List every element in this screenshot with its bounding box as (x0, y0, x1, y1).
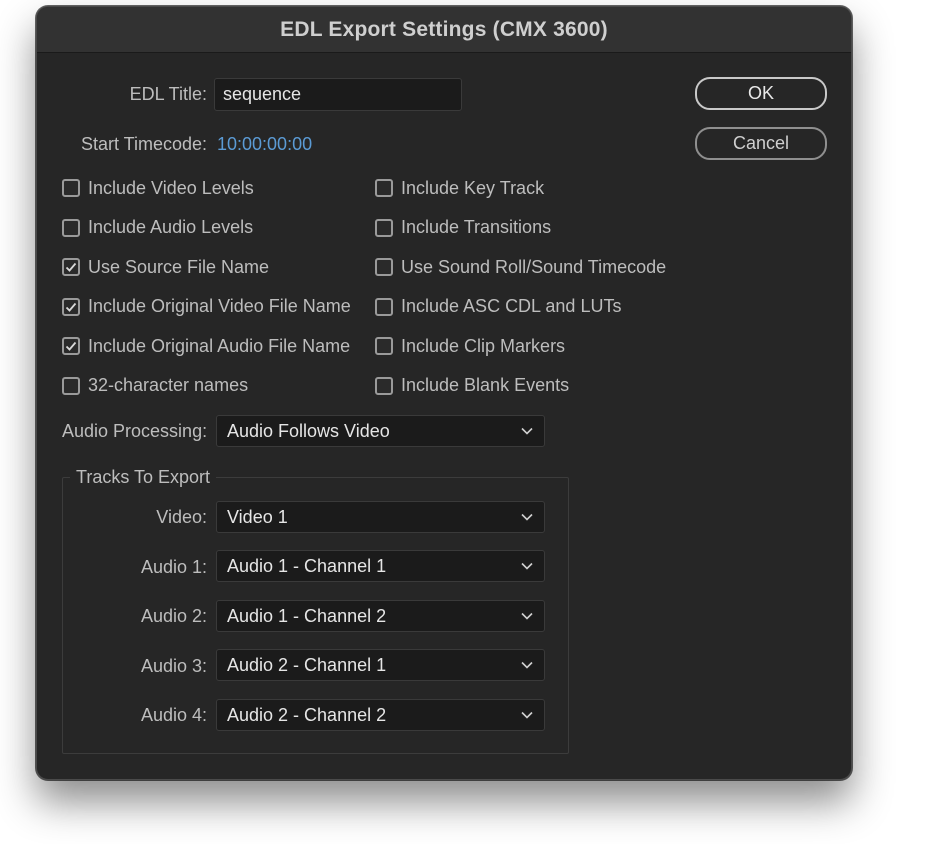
right-checkbox-column: Include Key Track Include Transitions Use … (375, 176, 666, 398)
checkbox[interactable] (375, 179, 393, 197)
checkbox-label: Include Blank Events (401, 375, 570, 396)
start-timecode-value[interactable]: 10:00:00:00 (217, 134, 312, 155)
checkbox-label: Include Video Levels (88, 177, 254, 198)
chevron-down-icon (520, 609, 534, 623)
audio4-track-select[interactable]: Audio 2 - Channel 2 (216, 699, 545, 731)
cancel-button[interactable]: Cancel (695, 127, 827, 160)
audio2-track-value: Audio 1 - Channel 2 (227, 605, 387, 626)
checkbox[interactable] (62, 179, 80, 197)
video-track-label: Video: (156, 507, 207, 527)
audio1-track-value: Audio 1 - Channel 1 (227, 555, 387, 576)
checkbox-row[interactable]: Include Original Audio File Name (62, 334, 351, 358)
checkbox[interactable] (62, 258, 80, 277)
audio1-track-label: Audio 1: (140, 557, 207, 577)
chevron-down-icon (520, 510, 534, 524)
checkmark-icon (65, 342, 77, 352)
checkbox[interactable] (375, 376, 393, 395)
edl-title-input[interactable] (214, 78, 462, 111)
checkbox-row[interactable]: Include Audio Levels (62, 216, 351, 240)
audio3-track-label: Audio 3: (140, 656, 207, 676)
audio-processing-value: Audio Follows Video (227, 420, 390, 441)
chevron-down-icon (520, 424, 534, 438)
ok-button[interactable]: OK (695, 77, 827, 110)
checkbox[interactable] (375, 297, 393, 316)
checkbox-label: Include Clip Markers (401, 335, 566, 356)
audio1-track-select[interactable]: Audio 1 - Channel 1 (216, 550, 545, 582)
checkbox[interactable] (375, 258, 393, 277)
checkbox-row[interactable]: Use Sound Roll/Sound Timecode (375, 255, 666, 279)
start-timecode-label: Start Timecode: (80, 134, 207, 154)
checkbox-label: Include Original Video File Name (88, 296, 351, 317)
audio-processing-label: Audio Processing: (62, 421, 208, 441)
checkbox[interactable] (62, 376, 80, 395)
checkbox-row[interactable]: 32-character names (62, 374, 351, 398)
checkbox-row[interactable]: Include Clip Markers (375, 334, 666, 358)
checkbox[interactable] (62, 297, 80, 316)
chevron-down-icon (520, 708, 534, 722)
checkbox-row[interactable]: Include Video Levels (62, 176, 351, 200)
checkbox-row[interactable]: Include Blank Events (375, 374, 666, 398)
tracks-to-export-legend: Tracks To Export (70, 467, 217, 488)
audio2-track-label: Audio 2: (140, 606, 207, 626)
checkbox-label: Include ASC CDL and LUTs (401, 296, 622, 317)
left-checkbox-column: Include Video Levels Include Audio Levels… (62, 176, 351, 398)
dialog-title: EDL Export Settings (CMX 3600) (280, 17, 608, 41)
checkbox-label: Use Sound Roll/Sound Timecode (401, 256, 667, 277)
checkbox-row[interactable]: Include Original Video File Name (62, 295, 351, 319)
checkmark-icon (65, 302, 77, 312)
audio2-track-select[interactable]: Audio 1 - Channel 2 (216, 600, 545, 632)
edl-export-dialog: EDL Export Settings (CMX 3600) EDL Title… (36, 6, 852, 780)
chevron-down-icon (520, 559, 534, 573)
checkbox[interactable] (62, 337, 80, 356)
audio4-track-label: Audio 4: (140, 705, 207, 725)
checkbox[interactable] (375, 218, 393, 237)
audio3-track-value: Audio 2 - Channel 1 (227, 654, 387, 675)
chevron-down-icon (520, 658, 534, 672)
audio-processing-select[interactable]: Audio Follows Video (216, 415, 545, 447)
checkbox-row[interactable]: Include Key Track (375, 176, 666, 200)
checkbox[interactable] (62, 218, 80, 237)
checkbox-label: Include Original Audio File Name (88, 335, 351, 356)
video-track-select[interactable]: Video 1 (216, 501, 545, 533)
checkmark-icon (65, 263, 77, 273)
checkbox-label: Include Key Track (401, 177, 545, 198)
video-track-value: Video 1 (227, 506, 288, 527)
audio3-track-select[interactable]: Audio 2 - Channel 1 (216, 649, 545, 681)
checkbox-label: Use Source File Name (88, 256, 270, 277)
edl-title-label: EDL Title: (129, 84, 207, 104)
checkbox-row[interactable]: Use Source File Name (62, 255, 351, 279)
checkbox-row[interactable]: Include Transitions (375, 216, 666, 240)
title-bar: EDL Export Settings (CMX 3600) (37, 7, 851, 53)
checkbox[interactable] (375, 337, 393, 356)
checkbox-label: Include Transitions (401, 217, 552, 238)
checkbox-label: Include Audio Levels (88, 217, 254, 238)
audio4-track-value: Audio 2 - Channel 2 (227, 704, 387, 725)
checkbox-row[interactable]: Include ASC CDL and LUTs (375, 295, 666, 319)
checkbox-label: 32-character names (88, 375, 249, 396)
